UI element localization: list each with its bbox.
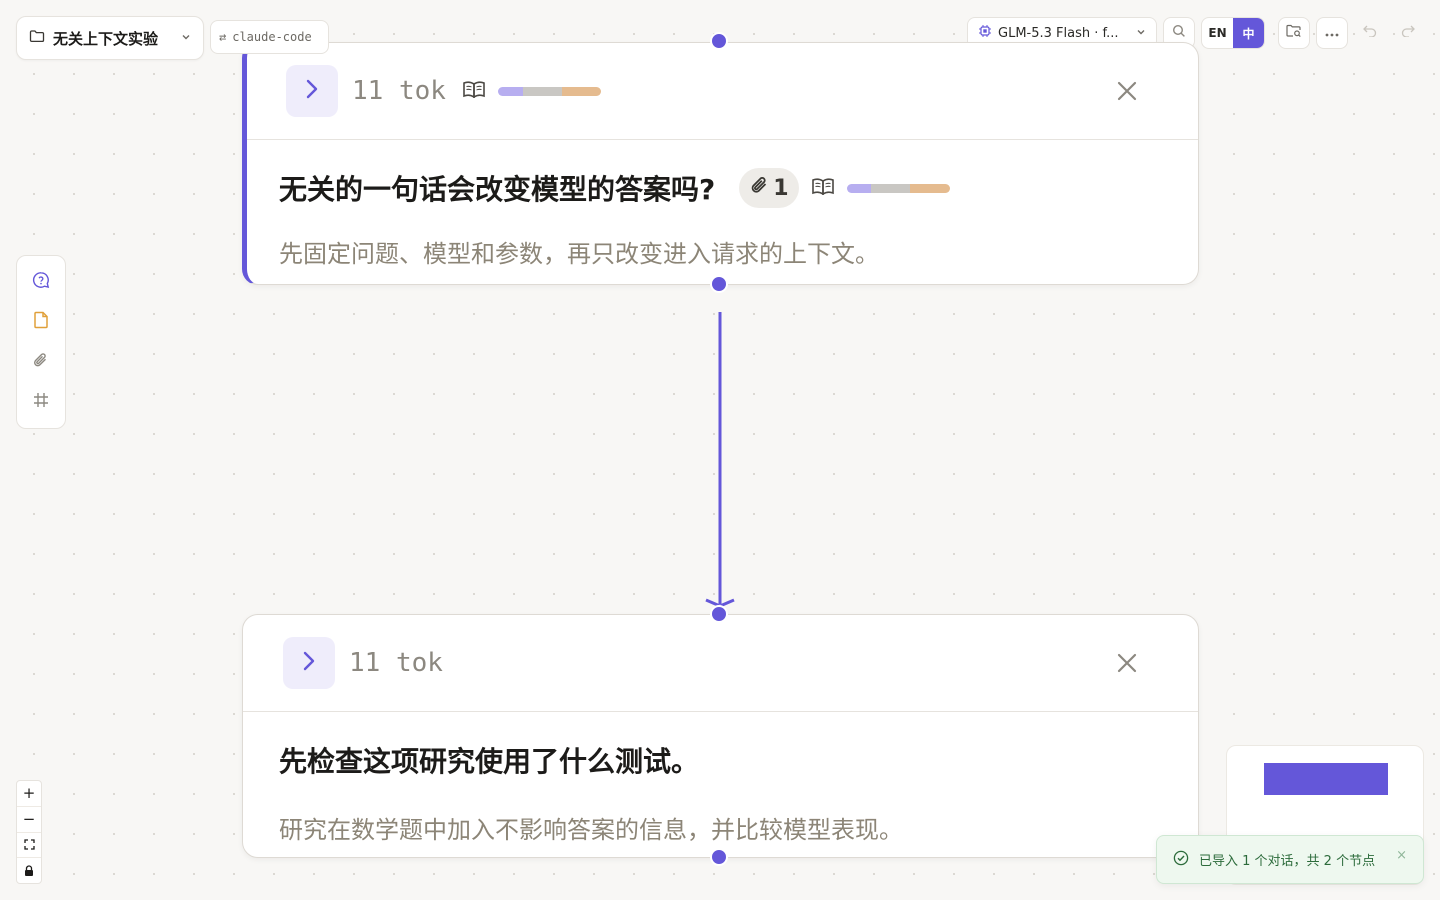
folder-search-icon [1286, 24, 1302, 42]
more-horizontal-icon [1325, 26, 1339, 41]
toast-close-button[interactable]: × [1396, 848, 1407, 863]
context-usage-bar [497, 86, 601, 96]
language-toggle[interactable]: EN 中 [1201, 17, 1265, 49]
close-node-button[interactable] [1114, 650, 1140, 676]
toast-message: 已导入 1 个对话，共 2 个节点 [1199, 854, 1376, 869]
lock-button[interactable] [17, 858, 41, 883]
node-input-handle[interactable] [710, 605, 728, 623]
project-selector[interactable]: 无关上下文实验 [16, 16, 204, 60]
lock-icon [25, 864, 33, 876]
node-question: 先检查这项研究使用了什么测试。 [279, 745, 700, 778]
book-icon [811, 176, 835, 200]
attach-tool[interactable] [25, 346, 57, 378]
more-menu-button[interactable] [1316, 17, 1348, 49]
ctx-segment-history [522, 86, 562, 96]
zoom-in-button[interactable]: + [17, 781, 41, 807]
minimap-node [1264, 763, 1388, 795]
context-usage-bar [846, 183, 950, 193]
node-body: 先检查这项研究使用了什么测试。 研究在数学题中加入不影响答案的信息，并比较模型表… [243, 712, 1198, 845]
folder-icon [29, 28, 45, 48]
token-count: 11 tok [349, 648, 443, 678]
ctx-segment-prompt [561, 86, 601, 96]
node-header: 11 tok [243, 615, 1198, 712]
chevron-down-icon [181, 31, 191, 45]
undo-button[interactable] [1354, 17, 1386, 49]
node-answer: 先固定问题、模型和参数，再只改变进入请求的上下文。 [279, 240, 879, 268]
hash-frame-icon [33, 392, 49, 412]
redo-button[interactable] [1392, 17, 1424, 49]
ctx-segment-prompt [910, 183, 950, 193]
folder-search-button[interactable] [1278, 17, 1310, 49]
close-node-button[interactable] [1114, 78, 1140, 104]
book-icon [462, 79, 486, 103]
node-question: 无关的一句话会改变模型的答案吗? [279, 173, 716, 206]
add-question-tool[interactable] [25, 266, 57, 298]
chip-icon [978, 24, 992, 42]
chevron-right-icon [305, 78, 319, 104]
fit-view-button[interactable] [17, 833, 41, 859]
close-icon [1117, 653, 1137, 673]
node-input-handle[interactable] [710, 32, 728, 50]
node-output-handle[interactable] [710, 848, 728, 866]
node-output-handle[interactable] [710, 275, 728, 293]
question-bubble-icon [32, 271, 50, 293]
zoom-controls: + − [16, 780, 42, 884]
node-body: 无关的一句话会改变模型的答案吗? 1 先固定问题、模型和参数，再只改变进入请求的… [247, 140, 1198, 269]
expand-node-button[interactable] [283, 637, 335, 689]
expand-node-button[interactable] [286, 65, 338, 117]
add-note-tool[interactable] [25, 306, 57, 338]
node-answer: 研究在数学题中加入不影响答案的信息，并比较模型表现。 [279, 816, 903, 844]
close-icon [1117, 81, 1137, 101]
token-count: 11 tok [352, 76, 446, 106]
paperclip-icon [749, 174, 771, 202]
source-label: claude-code [232, 30, 312, 44]
zoom-out-button[interactable]: − [17, 807, 41, 833]
search-icon [1172, 24, 1186, 42]
ctx-segment-system [846, 183, 872, 193]
lang-zh-option[interactable]: 中 [1233, 18, 1264, 48]
fit-view-icon [23, 839, 35, 851]
ctx-segment-history [871, 183, 911, 193]
paperclip-icon [32, 351, 50, 373]
note-icon [33, 311, 49, 333]
node-edge[interactable] [700, 300, 740, 610]
attachment-count: 1 [773, 175, 789, 201]
node-header: 11 tok [247, 43, 1198, 140]
project-name: 无关上下文实验 [53, 29, 159, 48]
import-success-toast: 已导入 1 个对话，共 2 个节点 × [1156, 835, 1424, 884]
source-tag[interactable]: ⇄ claude-code [210, 20, 329, 54]
model-name: GLM-5.3 Flash · f... [998, 25, 1119, 41]
conversation-node[interactable]: 11 tok 先检查这项研究使用了什么测试。 研究在数学题中加入不影响答案的信息… [242, 614, 1199, 858]
conversation-node[interactable]: 11 tok 无关的一句话会改变模型的答案吗? 1 先固定问题、模型和参数，再只… [242, 42, 1199, 285]
lang-en-option[interactable]: EN [1202, 18, 1233, 48]
check-circle-icon [1173, 850, 1189, 870]
tool-rail [16, 255, 66, 429]
swap-icon: ⇄ [219, 30, 227, 44]
ctx-segment-system [497, 86, 523, 96]
attachment-count-chip[interactable]: 1 [739, 168, 799, 208]
frame-tool[interactable] [25, 386, 57, 418]
chevron-right-icon [302, 650, 316, 676]
redo-icon [1401, 25, 1415, 41]
undo-icon [1363, 25, 1377, 41]
chevron-down-icon [1136, 27, 1146, 40]
